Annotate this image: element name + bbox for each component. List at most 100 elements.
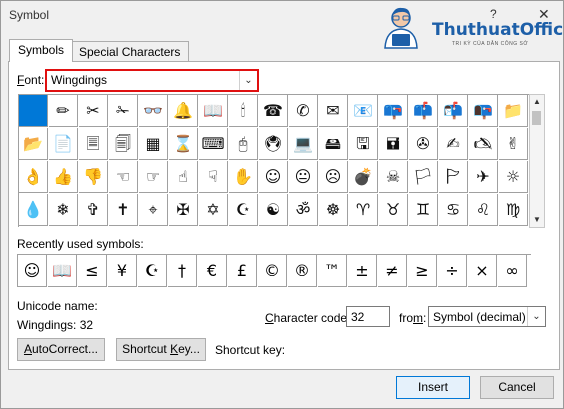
tab-special-characters[interactable]: Special Characters <box>70 41 190 63</box>
symbol-cell[interactable]: ☪ <box>229 194 258 226</box>
symbol-cell[interactable]: 📧 <box>349 95 378 127</box>
symbol-cell[interactable]: 🗐 <box>109 128 138 160</box>
symbol-cell[interactable]: ✏ <box>49 95 78 127</box>
tab-symbols[interactable]: Symbols <box>9 39 74 62</box>
symbol-cell[interactable]: 🔔 <box>169 95 198 127</box>
cancel-button[interactable]: Cancel <box>480 376 554 399</box>
symbol-cell[interactable]: ॐ <box>289 194 318 226</box>
symbol-cell[interactable]: ✠ <box>169 194 198 226</box>
scroll-up-icon[interactable]: ▲ <box>530 95 544 109</box>
symbol-cell[interactable]: ☺ <box>259 161 288 193</box>
symbol-cell[interactable]: 👍 <box>49 161 78 193</box>
recent-symbol-cell[interactable]: ® <box>288 255 317 287</box>
symbol-cell[interactable]: 🖴 <box>319 128 348 160</box>
recent-symbol-cell[interactable]: ± <box>348 255 377 287</box>
insert-button[interactable]: Insert <box>396 376 470 399</box>
symbol-cell[interactable]: 🏱 <box>439 161 468 193</box>
symbol-cell[interactable]: 👓 <box>139 95 168 127</box>
symbol-cell[interactable]: ☜ <box>109 161 138 193</box>
symbol-cell[interactable]: ☠ <box>379 161 408 193</box>
symbol-cell[interactable]: 💧 <box>19 194 48 226</box>
symbol-cell[interactable]: ♊ <box>409 194 438 226</box>
symbol-cell[interactable]: 🖎 <box>469 128 498 160</box>
symbol-cell[interactable]: ☼ <box>499 161 528 193</box>
symbol-cell[interactable]: 📫 <box>409 95 438 127</box>
symbol-cell[interactable]: ✆ <box>289 95 318 127</box>
symbol-cell[interactable]: ✞ <box>79 194 108 226</box>
symbol-cell[interactable]: ♉ <box>379 194 408 226</box>
symbol-cell[interactable]: ✇ <box>409 128 438 160</box>
symbol-cell[interactable]: 📄 <box>49 128 78 160</box>
symbol-cell[interactable]: ☯ <box>259 194 288 226</box>
symbol-cell[interactable]: ▦ <box>139 128 168 160</box>
symbol-cell[interactable]: ☝ <box>169 161 198 193</box>
symbol-cell[interactable]: ⌖ <box>139 194 168 226</box>
chevron-down-icon[interactable]: ⌄ <box>239 71 257 90</box>
symbol-cell[interactable]: 📂 <box>19 128 48 160</box>
symbol-cell[interactable]: 👎 <box>79 161 108 193</box>
symbol-cell[interactable]: ☎ <box>259 95 288 127</box>
symbol-cell[interactable]: ☹ <box>319 161 348 193</box>
symbol-cell[interactable]: 📁 <box>499 95 528 127</box>
symbol-cell[interactable]: ⌛ <box>169 128 198 160</box>
autocorrect-button[interactable]: AutoCorrect... <box>17 338 105 361</box>
symbol-cell[interactable]: ☸ <box>319 194 348 226</box>
symbol-cell[interactable]: 🖫 <box>349 128 378 160</box>
symbol-cell[interactable]: 🗏 <box>79 128 108 160</box>
scroll-thumb[interactable] <box>532 111 541 125</box>
recent-symbol-cell[interactable]: ☺ <box>18 255 47 287</box>
recent-symbol-cell[interactable]: 📖 <box>48 255 77 287</box>
recent-symbol-cell[interactable]: ÷ <box>438 255 467 287</box>
recent-symbol-cell[interactable]: × <box>468 255 497 287</box>
recent-symbol-cell[interactable]: £ <box>228 255 257 287</box>
recent-symbol-cell[interactable]: ☪ <box>138 255 167 287</box>
symbol-cell[interactable]: 👌 <box>19 161 48 193</box>
recent-symbol-cell[interactable]: ¥ <box>108 255 137 287</box>
recent-symbol-cell[interactable]: ™ <box>318 255 347 287</box>
grid-scrollbar[interactable]: ▲ ▼ <box>529 94 545 228</box>
symbol-cell[interactable]: ✝ <box>109 194 138 226</box>
shortcut-key-button[interactable]: Shortcut Key... <box>116 338 206 361</box>
symbol-cell[interactable]: 🖰 <box>229 128 258 160</box>
symbol-cell[interactable]: 💣 <box>349 161 378 193</box>
recent-symbol-cell[interactable]: © <box>258 255 287 287</box>
symbol-cell[interactable]: ✌ <box>499 128 528 160</box>
recent-symbol-cell[interactable]: ≠ <box>378 255 407 287</box>
font-dropdown[interactable]: Wingdings ⌄ <box>45 69 259 92</box>
symbol-cell[interactable]: 💻 <box>289 128 318 160</box>
symbol-cell[interactable]: ☞ <box>139 161 168 193</box>
symbol-cell[interactable]: ♌ <box>469 194 498 226</box>
symbol-cell[interactable]: 📪 <box>379 95 408 127</box>
symbol-cell[interactable]: 📬 <box>439 95 468 127</box>
recent-symbol-cell[interactable]: ≤ <box>78 255 107 287</box>
symbol-cell[interactable]: 🏳 <box>409 161 438 193</box>
scroll-down-icon[interactable]: ▼ <box>530 213 544 227</box>
symbol-cell[interactable]: 📭 <box>469 95 498 127</box>
symbol-cell[interactable]: 😐 <box>289 161 318 193</box>
symbol-cell[interactable]: ✈ <box>469 161 498 193</box>
symbol-cell[interactable]: ✉ <box>319 95 348 127</box>
symbol-cell[interactable] <box>19 95 48 127</box>
symbol-cell[interactable]: ✡ <box>199 194 228 226</box>
help-button[interactable]: ? <box>490 7 497 21</box>
symbol-cell[interactable]: ⌨ <box>199 128 228 160</box>
recent-symbol-cell[interactable]: † <box>168 255 197 287</box>
symbol-cell[interactable]: ♍ <box>499 194 528 226</box>
symbol-cell[interactable]: 🖲 <box>259 128 288 160</box>
recent-symbol-cell[interactable]: ≥ <box>408 255 437 287</box>
symbol-cell[interactable]: 🕯 <box>229 95 258 127</box>
recent-symbol-cell[interactable]: ∞ <box>498 255 527 287</box>
symbol-cell[interactable]: ❄ <box>49 194 78 226</box>
symbol-cell[interactable]: ☟ <box>199 161 228 193</box>
symbol-cell[interactable]: ✍ <box>439 128 468 160</box>
chevron-down-icon[interactable]: ⌄ <box>527 307 545 326</box>
symbol-cell[interactable]: ♋ <box>439 194 468 226</box>
symbol-cell[interactable]: 📖 <box>199 95 228 127</box>
symbol-cell[interactable]: ✋ <box>229 161 258 193</box>
symbol-cell[interactable]: ♈ <box>349 194 378 226</box>
symbol-cell[interactable]: ✁ <box>109 95 138 127</box>
from-dropdown[interactable]: Symbol (decimal) ⌄ <box>428 306 546 327</box>
character-code-input[interactable]: 32 <box>346 306 390 327</box>
symbol-cell[interactable]: ✂ <box>79 95 108 127</box>
recent-symbol-cell[interactable]: € <box>198 255 227 287</box>
